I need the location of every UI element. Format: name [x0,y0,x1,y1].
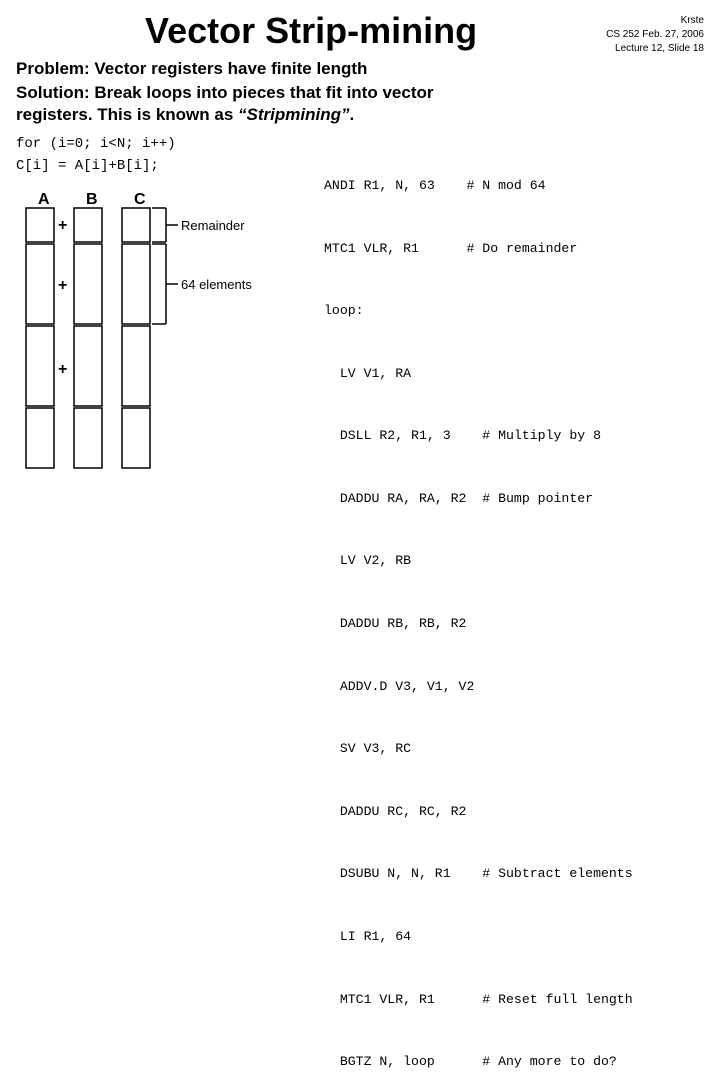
asm-lv-v2: LV V2, RB [324,551,704,572]
code-line2: C[i] = A[i]+B[i]; [16,156,316,178]
meta-info: Krste CS 252 Feb. 27, 2006 Lecture 12, S… [606,10,704,56]
solution-statement: Solution: Break loops into pieces that f… [16,82,704,126]
solution-indent: registers. This is known as “Stripmining… [16,105,354,124]
svg-text:+: + [58,361,67,378]
asm-dsubu: DSUBU N, N, R1 # Subtract elements [324,864,704,885]
solution-line1: Solution: Break loops into pieces that f… [16,83,433,102]
diagram-area: A B C [16,186,316,496]
vector-diagram: A B C [16,186,306,496]
asm-andi: ANDI R1, N, 63 # N mod 64 [324,176,704,197]
asm-bgtz: BGTZ N, loop # Any more to do? [324,1052,704,1073]
asm-addv: ADDV.D V3, V1, V2 [324,677,704,698]
asm-dsll: DSLL R2, R1, 3 # Multiply by 8 [324,426,704,447]
svg-text:64 elements: 64 elements [181,277,252,292]
stripmining-term: “Stripmining” [238,105,349,124]
page: Vector Strip-mining Krste CS 252 Feb. 27… [0,0,720,540]
asm-code: ANDI R1, N, 63 # N mod 64 MTC1 VLR, R1 #… [324,134,704,1080]
asm-mtc1-r1b: MTC1 VLR, R1 # Reset full length [324,990,704,1011]
right-panel: ANDI R1, N, 63 # N mod 64 MTC1 VLR, R1 #… [316,134,704,1080]
main-content: for (i=0; i<N; i++) C[i] = A[i]+B[i]; A … [16,134,704,1080]
meta-line1: Krste [681,15,704,26]
asm-sv: SV V3, RC [324,739,704,760]
svg-text:A: A [38,191,50,208]
svg-text:B: B [86,191,98,208]
code-line1: for (i=0; i<N; i++) [16,134,316,156]
asm-li: LI R1, 64 [324,927,704,948]
asm-daddu-rb: DADDU RB, RB, R2 [324,614,704,635]
svg-text:+: + [58,277,67,294]
asm-lv-v1: LV V1, RA [324,364,704,385]
asm-daddu-rc: DADDU RC, RC, R2 [324,802,704,823]
svg-text:+: + [58,217,67,234]
asm-mtc1-r1: MTC1 VLR, R1 # Do remainder [324,239,704,260]
svg-text:Remainder: Remainder [181,218,245,233]
asm-daddu-ra: DADDU RA, RA, R2 # Bump pointer [324,489,704,510]
left-panel: for (i=0; i<N; i++) C[i] = A[i]+B[i]; A … [16,134,316,1080]
meta-line2: CS 252 Feb. 27, 2006 [606,29,704,40]
header-row: Vector Strip-mining Krste CS 252 Feb. 27… [16,10,704,56]
page-title: Vector Strip-mining [145,10,477,51]
meta-line3: Lecture 12, Slide 18 [615,43,704,54]
problem-statement: Problem: Vector registers have finite le… [16,58,704,80]
svg-text:C: C [134,191,146,208]
for-loop-code: for (i=0; i<N; i++) C[i] = A[i]+B[i]; [16,134,316,177]
asm-loop-label: loop: [324,301,704,322]
